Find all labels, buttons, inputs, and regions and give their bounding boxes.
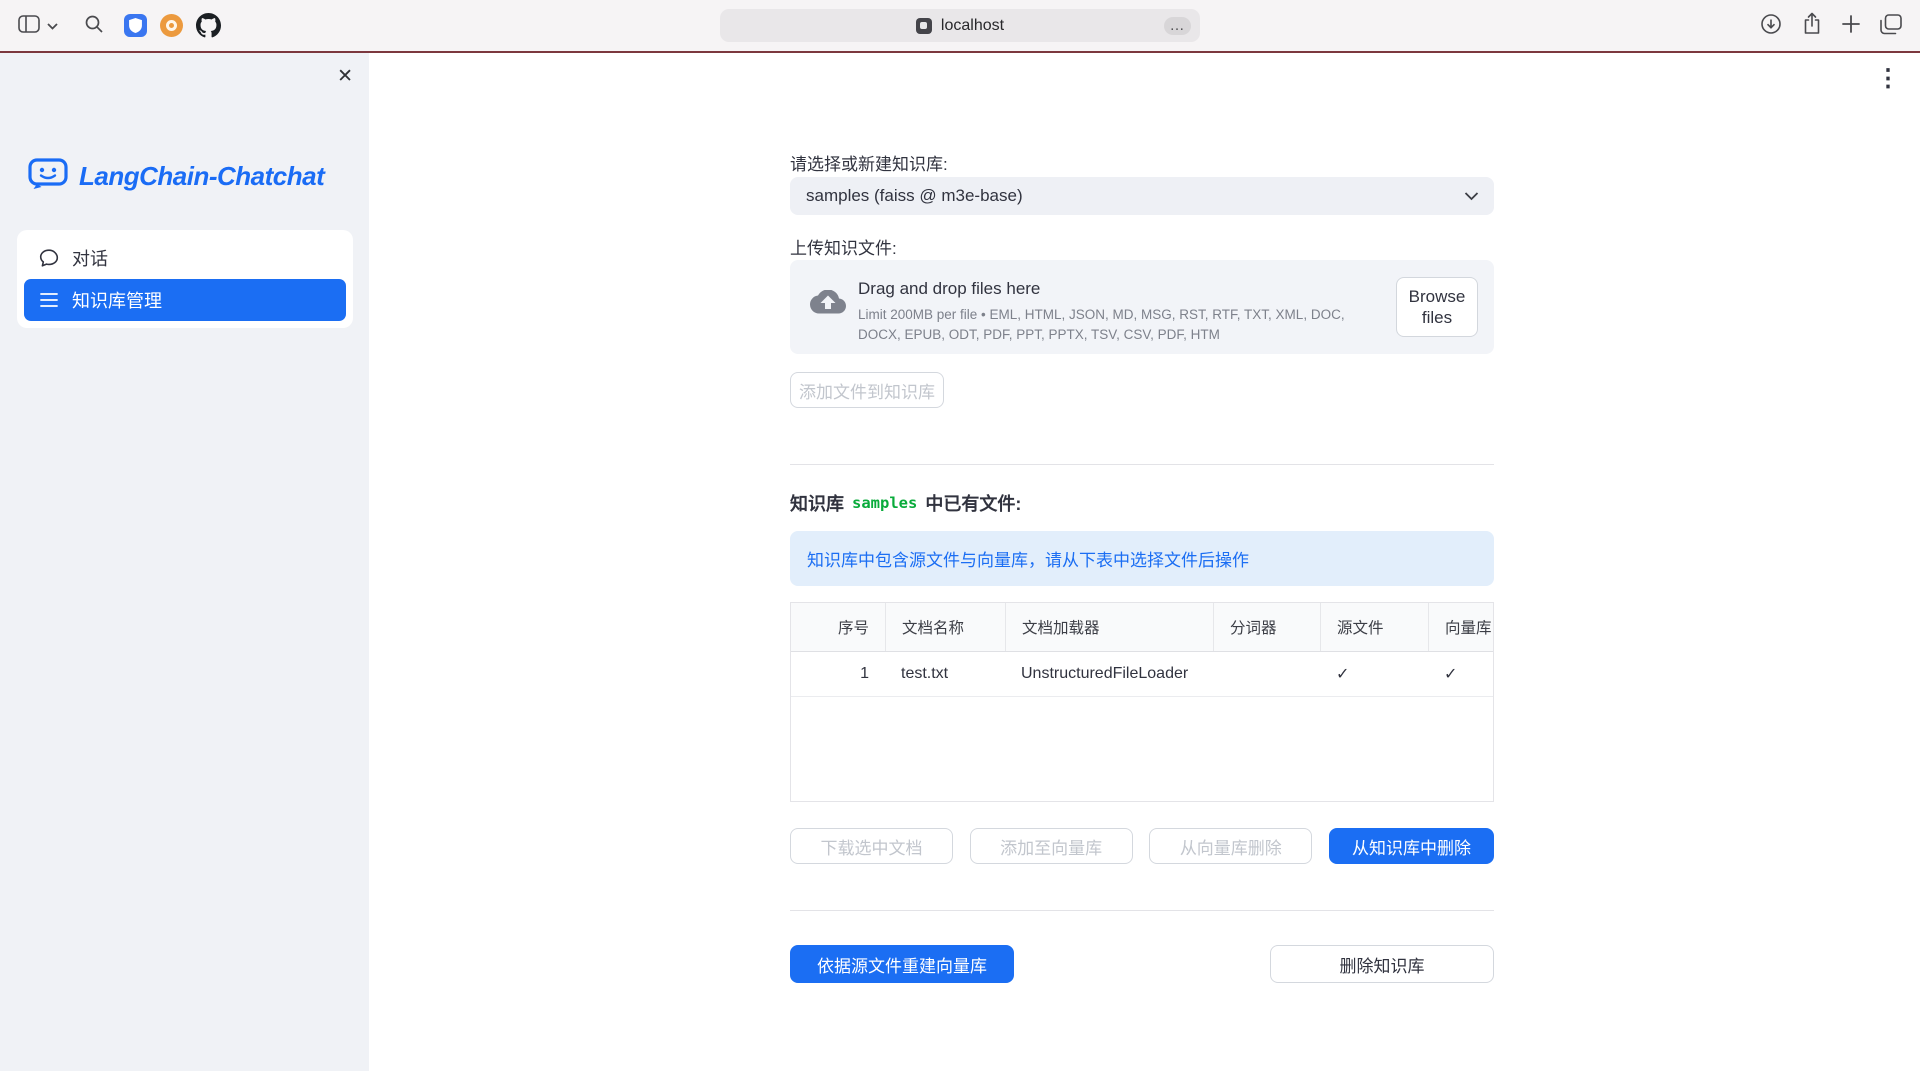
cell-splitter [1213,652,1320,696]
chevron-down-icon [47,18,58,33]
delete-kb-button[interactable]: 删除知识库 [1270,945,1494,983]
file-action-buttons: 下载选中文档 添加至向量库 从向量库删除 从知识库中删除 [790,828,1494,864]
close-icon: ✕ [337,66,353,87]
sidebar-item-knowledge-base[interactable]: 知识库管理 [24,279,346,321]
dropzone-limit: Limit 200MB per file • EML, HTML, JSON, … [858,305,1376,344]
table-row[interactable]: 1 test.txt UnstructuredFileLoader ✓ ✓ [791,652,1493,697]
browse-files-button[interactable]: Browse files [1396,277,1478,337]
downloads-button[interactable] [1760,13,1782,38]
share-button[interactable] [1802,12,1822,39]
tab-overview-button[interactable] [1880,14,1902,38]
cloud-upload-icon [810,290,846,316]
plus-icon [1842,15,1860,36]
files-heading: 知识库 samples 中已有文件: [790,490,1021,516]
cell-name: test.txt [885,652,1005,696]
github-extension-icon[interactable] [196,13,221,38]
new-tab-button[interactable] [1842,15,1860,36]
logo-text: LangChain-Chatchat [79,161,324,192]
dropzone-title: Drag and drop files here [858,279,1040,299]
kb-select-label: 请选择或新建知识库: [790,150,948,175]
files-table: 序号 文档名称 文档加载器 分词器 源文件 向量库 1 test.txt Uns… [790,602,1494,802]
menu-item-label: 对话 [72,245,108,271]
kb-select[interactable]: samples (faiss @ m3e-base) [790,177,1494,215]
share-icon [1802,12,1822,39]
orange-ring [166,20,177,31]
add-to-vector-store-button[interactable]: 添加至向量库 [970,828,1133,864]
kb-list-icon [39,291,59,309]
tab-overview-icon [1880,14,1902,38]
chat-bubble-icon [39,248,59,268]
delete-from-kb-button[interactable]: 从知识库中删除 [1329,828,1494,864]
browser-window: localhost … [0,0,1920,1080]
app-sidebar: ✕ LangChain-Chatchat [0,53,369,1071]
table-header-row: 序号 文档名称 文档加载器 分词器 源文件 向量库 [791,603,1493,652]
sidebar-menu: 对话 知识库管理 [17,230,353,328]
app-menu-button[interactable]: ⋮ [1876,67,1900,91]
cell-source-check: ✓ [1320,652,1428,696]
table-header-index[interactable]: 序号 [791,603,885,651]
divider [790,910,1494,911]
extension-icon-blue[interactable] [124,14,147,37]
sidebar-close-button[interactable]: ✕ [337,67,353,86]
kb-name-code: samples [852,494,917,512]
main-content: 请选择或新建知识库: samples (faiss @ m3e-base) 上传… [790,53,1494,1053]
menu-item-label: 知识库管理 [72,287,162,313]
kebab-menu-icon: ⋮ [1876,65,1900,92]
site-favicon [916,18,932,34]
kb-select-value: samples (faiss @ m3e-base) [806,186,1023,206]
info-banner-text: 知识库中包含源文件与向量库，请从下表中选择文件后操作 [807,546,1249,571]
downloads-icon [1760,13,1782,38]
download-selected-button[interactable]: 下载选中文档 [790,828,953,864]
cell-index: 1 [791,652,885,696]
files-heading-suffix: 中已有文件: [925,490,1021,516]
select-chevron-icon [1464,192,1479,201]
extension-icon-orange[interactable] [160,14,183,37]
sidebar-toggle-button[interactable] [18,15,58,36]
extensions-badge[interactable]: … [1164,17,1191,35]
url-text: localhost [941,17,1004,35]
logo-icon [28,157,68,196]
sidebar-item-dialogue[interactable]: 对话 [24,237,346,279]
file-dropzone[interactable]: Drag and drop files here Limit 200MB per… [790,260,1494,354]
table-header-vector[interactable]: 向量库 [1428,603,1493,651]
divider [790,464,1494,465]
delete-from-vector-store-button[interactable]: 从向量库删除 [1149,828,1312,864]
table-header-splitter[interactable]: 分词器 [1213,603,1320,651]
table-header-name[interactable]: 文档名称 [885,603,1005,651]
info-banner: 知识库中包含源文件与向量库，请从下表中选择文件后操作 [790,531,1494,586]
search-icon [84,14,104,37]
app-logo: LangChain-Chatchat [28,157,324,196]
upload-label: 上传知识文件: [790,234,897,259]
toolbar-right-group [1760,0,1902,51]
files-heading-prefix: 知识库 [790,490,844,516]
cell-vector-check: ✓ [1428,652,1493,696]
rebuild-vector-store-button[interactable]: 依据源文件重建向量库 [790,945,1014,983]
browser-toolbar: localhost … [0,0,1920,51]
app-area: ✕ LangChain-Chatchat [0,53,1920,1080]
table-header-source[interactable]: 源文件 [1320,603,1428,651]
table-header-loader[interactable]: 文档加载器 [1005,603,1213,651]
add-files-button[interactable]: 添加文件到知识库 [790,372,944,408]
address-bar[interactable]: localhost [720,9,1200,42]
sidebar-toggle-icon [18,15,40,36]
cell-loader: UnstructuredFileLoader [1005,652,1213,696]
toolbar-left-group [18,0,221,51]
search-button[interactable] [84,14,104,37]
